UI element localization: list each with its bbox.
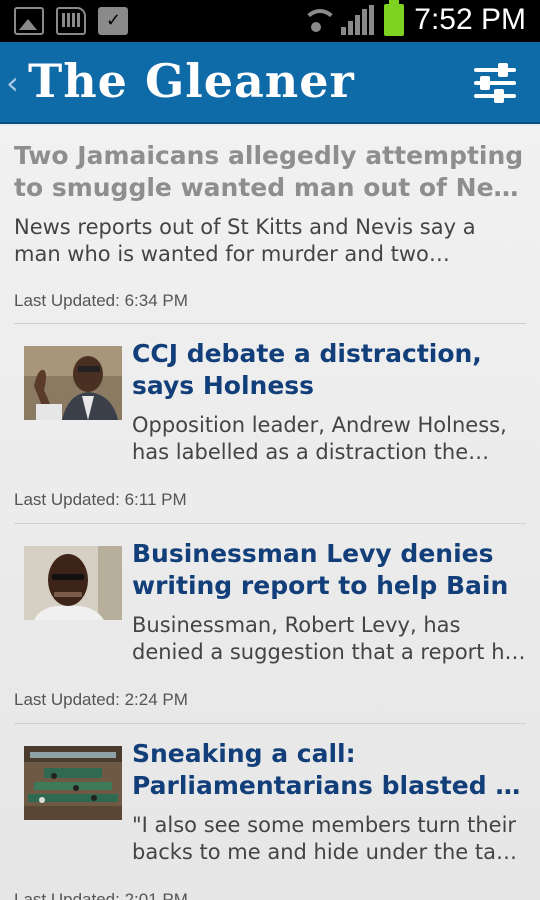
article-feed[interactable]: Two Jamaicans allegedly attempting to sm… [0, 126, 540, 900]
article-item[interactable]: CCJ debate a distraction, says Holness O… [14, 324, 526, 524]
action-bar: ‹ The Gleaner [0, 42, 540, 124]
article-headline: CCJ debate a distraction, says Holness [132, 339, 482, 400]
clipboard-check-icon [98, 7, 128, 35]
article-item[interactable]: Businessman Levy denies writing report t… [14, 524, 526, 724]
sliders-icon[interactable] [472, 60, 518, 106]
parliament-chamber-thumbnail [24, 746, 122, 820]
wifi-icon [301, 5, 339, 35]
portrait-man-glasses-thumbnail [24, 546, 122, 620]
signal-icon [341, 5, 375, 35]
system-icons: 7:52 PM [301, 0, 526, 37]
status-bar: 7:52 PM [0, 0, 540, 42]
last-updated: Last Updated: 2:24 PM [14, 690, 188, 709]
gallery-icon [14, 7, 44, 35]
last-updated: Last Updated: 2:01 PM [14, 890, 188, 900]
clock: 7:52 PM [414, 3, 526, 36]
last-updated: Last Updated: 6:11 PM [14, 490, 187, 509]
article-body: Businessman Levy denies writing report t… [132, 538, 526, 666]
article-headline: Two Jamaicans allegedly attempting to sm… [14, 141, 526, 202]
article-body: Sneaking a call: Parliamentarians blaste… [132, 738, 526, 866]
article-item[interactable]: Sneaking a call: Parliamentarians blaste… [14, 724, 526, 900]
article-summary: Opposition leader, Andrew Holness, has l… [132, 413, 507, 464]
article-headline: Businessman Levy denies writing report t… [132, 539, 509, 600]
battery-icon [384, 0, 405, 36]
article-summary: "I also see some members turn their back… [132, 813, 526, 864]
article-summary: News reports out of St Kitts and Nevis s… [14, 215, 476, 266]
article-headline: Sneaking a call: Parliamentarians blaste… [132, 739, 526, 800]
portrait-gesturing-man-thumbnail [24, 346, 122, 420]
last-updated: Last Updated: 6:34 PM [14, 291, 188, 310]
article-summary: Businessman, Robert Levy, has denied a s… [132, 613, 526, 664]
back-icon[interactable]: ‹ [6, 64, 19, 102]
notification-icons [14, 7, 128, 35]
article-body: CCJ debate a distraction, says Holness O… [132, 338, 526, 466]
sd-card-icon [56, 7, 86, 35]
app-logo[interactable]: The Gleaner [28, 54, 355, 108]
article-item[interactable]: Two Jamaicans allegedly attempting to sm… [14, 126, 526, 324]
